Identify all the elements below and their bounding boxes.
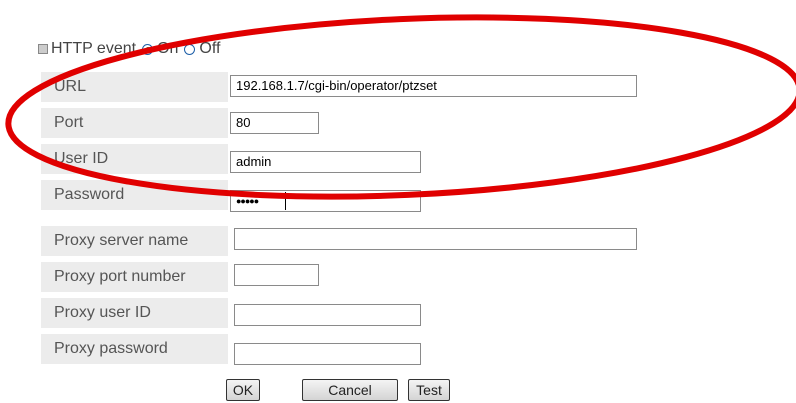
- http-event-label: HTTP event: [51, 40, 137, 57]
- user-id-field[interactable]: admin: [230, 151, 421, 173]
- http-event-row: HTTP event On Off: [38, 39, 220, 59]
- cancel-button[interactable]: Cancel: [302, 379, 398, 401]
- off-radio[interactable]: [184, 43, 196, 55]
- url-field[interactable]: 192.168.1.7/cgi-bin/operator/ptzset: [230, 75, 637, 97]
- port-field[interactable]: 80: [230, 112, 319, 134]
- port-label: Port: [54, 114, 84, 131]
- password-field[interactable]: ●●●●●: [230, 190, 421, 212]
- proxy-port-number-label: Proxy port number: [54, 268, 186, 285]
- url-label: URL: [54, 78, 87, 95]
- on-label: On: [157, 40, 179, 57]
- on-radio[interactable]: [142, 43, 154, 55]
- text-caret: [285, 192, 286, 210]
- test-button[interactable]: Test: [408, 379, 450, 401]
- proxy-server-name-field[interactable]: [234, 228, 637, 250]
- proxy-password-label: Proxy password: [54, 340, 168, 357]
- off-label: Off: [199, 40, 221, 57]
- ok-button[interactable]: OK: [226, 379, 260, 401]
- proxy-user-id-label: Proxy user ID: [54, 304, 151, 321]
- proxy-password-field[interactable]: [234, 343, 421, 365]
- proxy-server-name-label: Proxy server name: [54, 232, 189, 249]
- proxy-user-id-field[interactable]: [234, 304, 421, 326]
- checkbox-icon[interactable]: [38, 44, 48, 54]
- proxy-port-number-field[interactable]: [234, 264, 319, 286]
- password-label: Password: [54, 186, 125, 203]
- user-id-label: User ID: [54, 150, 109, 167]
